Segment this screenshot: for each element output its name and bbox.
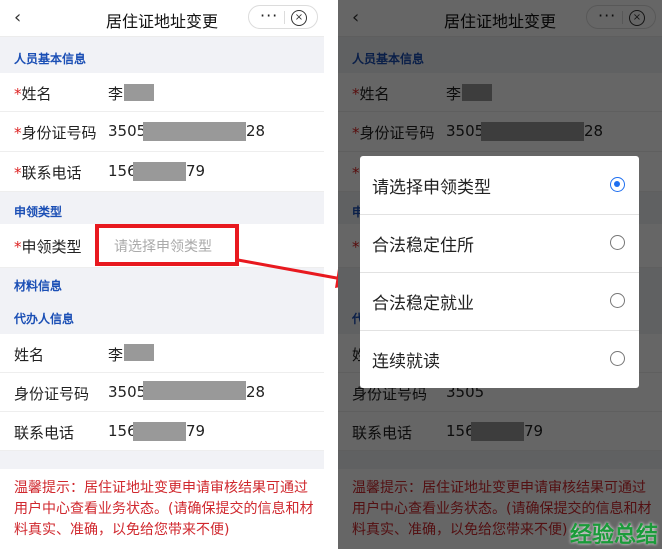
tip-text: 温馨提示：居住证地址变更申请审核结果可通过用户中心查看业务状态。(请确保提交的信… (14, 480, 314, 538)
option-label: 合法稳定住所 (372, 236, 474, 256)
section-title: 人员基本信息 (14, 52, 87, 66)
row-agent-name: 姓名 李 (0, 334, 324, 373)
nav-bar: ‹ 居住证地址变更 ··· × (0, 0, 324, 37)
field-label: *联系电话 (14, 164, 82, 182)
picker-option[interactable]: 请选择申领类型 (360, 156, 639, 215)
agent-name-value: 李 (108, 346, 124, 364)
redaction-mask (143, 381, 246, 400)
redaction-mask (143, 122, 246, 141)
option-label: 请选择申领类型 (372, 178, 491, 198)
capsule-divider (284, 11, 285, 24)
more-icon[interactable]: ··· (260, 6, 278, 25)
picker-option[interactable]: 合法稳定就业 (360, 272, 639, 331)
section-title: 代办人信息 (14, 312, 75, 326)
miniapp-capsule: ··· × (248, 5, 318, 29)
picker-screen: ‹ 居住证地址变更 ··· × 人员基本信息 *姓名 李 *身份证号码 3505… (338, 0, 662, 549)
redaction-mask (124, 344, 154, 361)
highlight-box (95, 224, 239, 266)
section-title: 申领类型 (14, 205, 63, 219)
row-name: *姓名 李 (0, 73, 324, 112)
section-agent: 代办人信息 (0, 300, 324, 334)
radio-selected-icon[interactable] (610, 177, 625, 192)
watermark: 经验总结 (569, 523, 658, 548)
picker-option[interactable]: 合法稳定住所 (360, 214, 639, 273)
radio-icon[interactable] (610, 293, 625, 308)
field-label: 姓名 (14, 346, 45, 364)
field-label: 联系电话 (14, 424, 75, 442)
phone-value-end: 79 (186, 162, 206, 180)
option-label: 合法稳定就业 (372, 294, 474, 314)
section-basic-info: 人员基本信息 (0, 37, 324, 73)
spacer (0, 451, 324, 469)
agent-phone-value-end: 79 (186, 422, 206, 440)
redaction-mask (133, 422, 186, 441)
agent-id-value-start: 3505 (108, 383, 147, 401)
field-label: 身份证号码 (14, 385, 90, 403)
name-value: 李 (108, 85, 124, 103)
id-value-end: 28 (246, 122, 266, 140)
picker-option[interactable]: 连续就读 (360, 330, 639, 388)
radio-icon[interactable] (610, 351, 625, 366)
apply-type-picker: 请选择申领类型 合法稳定住所 合法稳定就业 连续就读 (360, 156, 639, 388)
redaction-mask (133, 162, 186, 181)
field-label: *姓名 (14, 85, 52, 103)
close-icon[interactable]: × (291, 10, 307, 26)
redaction-mask (124, 84, 154, 101)
section-title: 材料信息 (14, 279, 63, 293)
id-value-start: 3505 (108, 122, 147, 140)
agent-id-value-end: 28 (246, 383, 266, 401)
field-label: *申领类型 (14, 238, 82, 256)
option-label: 连续就读 (372, 352, 440, 372)
field-label: *身份证号码 (14, 124, 97, 142)
section-apply-type: 申领类型 (0, 192, 324, 224)
radio-icon[interactable] (610, 235, 625, 250)
